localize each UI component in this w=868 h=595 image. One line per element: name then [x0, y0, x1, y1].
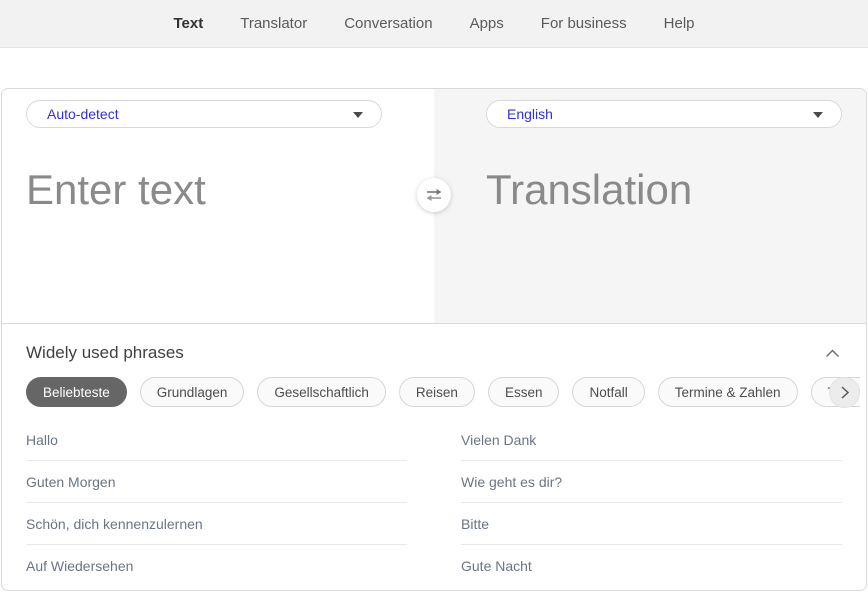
phrase-item[interactable]: Vielen Dank [461, 419, 842, 461]
phrase-item[interactable]: Schön, dich kennenzulernen [26, 503, 407, 545]
caret-down-icon [813, 112, 823, 118]
phrase-item[interactable]: Wie geht es dir? [461, 461, 842, 503]
nav-item-help[interactable]: Help [664, 15, 695, 32]
category-chip-grundlagen[interactable]: Grundlagen [140, 377, 245, 407]
phrase-item[interactable]: Auf Wiedersehen [26, 545, 407, 586]
swap-arrows-icon [425, 188, 443, 202]
nav-item-text[interactable]: Text [173, 15, 203, 32]
phrases-header: Widely used phrases [26, 324, 842, 363]
category-chip-beliebteste[interactable]: Beliebteste [26, 377, 127, 407]
nav-item-for-business[interactable]: For business [541, 15, 627, 32]
translator-card: Auto-detect Enter text English Translati… [1, 88, 867, 591]
phrase-column-right: Vielen Dank Wie geht es dir? Bitte Gute … [461, 419, 842, 586]
swap-languages-button[interactable] [417, 178, 451, 212]
phrase-column-left: Hallo Guten Morgen Schön, dich kennenzul… [26, 419, 407, 586]
phrases-section: Widely used phrases Beliebteste Grundlag… [2, 324, 866, 586]
phrases-title: Widely used phrases [26, 343, 184, 363]
phrase-item[interactable]: Bitte [461, 503, 842, 545]
scroll-categories-right-button[interactable] [829, 377, 860, 408]
chevron-up-icon [825, 349, 840, 358]
target-language-label: English [507, 106, 553, 122]
source-language-dropdown[interactable]: Auto-detect [26, 100, 382, 128]
category-chip-essen[interactable]: Essen [488, 377, 560, 407]
phrase-item[interactable]: Gute Nacht [461, 545, 842, 586]
source-pane: Auto-detect Enter text [2, 89, 434, 323]
phrase-grid: Hallo Guten Morgen Schön, dich kennenzul… [26, 419, 842, 586]
translator-section: Auto-detect Enter text English Translati… [2, 89, 866, 324]
nav-item-apps[interactable]: Apps [470, 15, 504, 32]
top-nav: Text Translator Conversation Apps For bu… [0, 0, 868, 48]
source-language-label: Auto-detect [47, 106, 119, 122]
category-chip-termine-zahlen[interactable]: Termine & Zahlen [658, 377, 798, 407]
chevron-right-icon [841, 386, 849, 399]
category-chip-notfall[interactable]: Notfall [572, 377, 644, 407]
phrase-item[interactable]: Hallo [26, 419, 407, 461]
nav-item-translator[interactable]: Translator [240, 15, 307, 32]
phrase-item[interactable]: Guten Morgen [26, 461, 407, 503]
category-chips-row: Beliebteste Grundlagen Gesellschaftlich … [26, 377, 860, 408]
collapse-phrases-button[interactable] [823, 347, 842, 360]
target-pane: English Translation [434, 89, 866, 323]
translation-output: Translation [486, 166, 842, 214]
nav-item-conversation[interactable]: Conversation [344, 15, 432, 32]
category-chip-gesellschaftlich[interactable]: Gesellschaftlich [257, 377, 386, 407]
caret-down-icon [353, 112, 363, 118]
source-text-input[interactable]: Enter text [26, 166, 410, 214]
target-language-dropdown[interactable]: English [486, 100, 842, 128]
category-chip-reisen[interactable]: Reisen [399, 377, 475, 407]
